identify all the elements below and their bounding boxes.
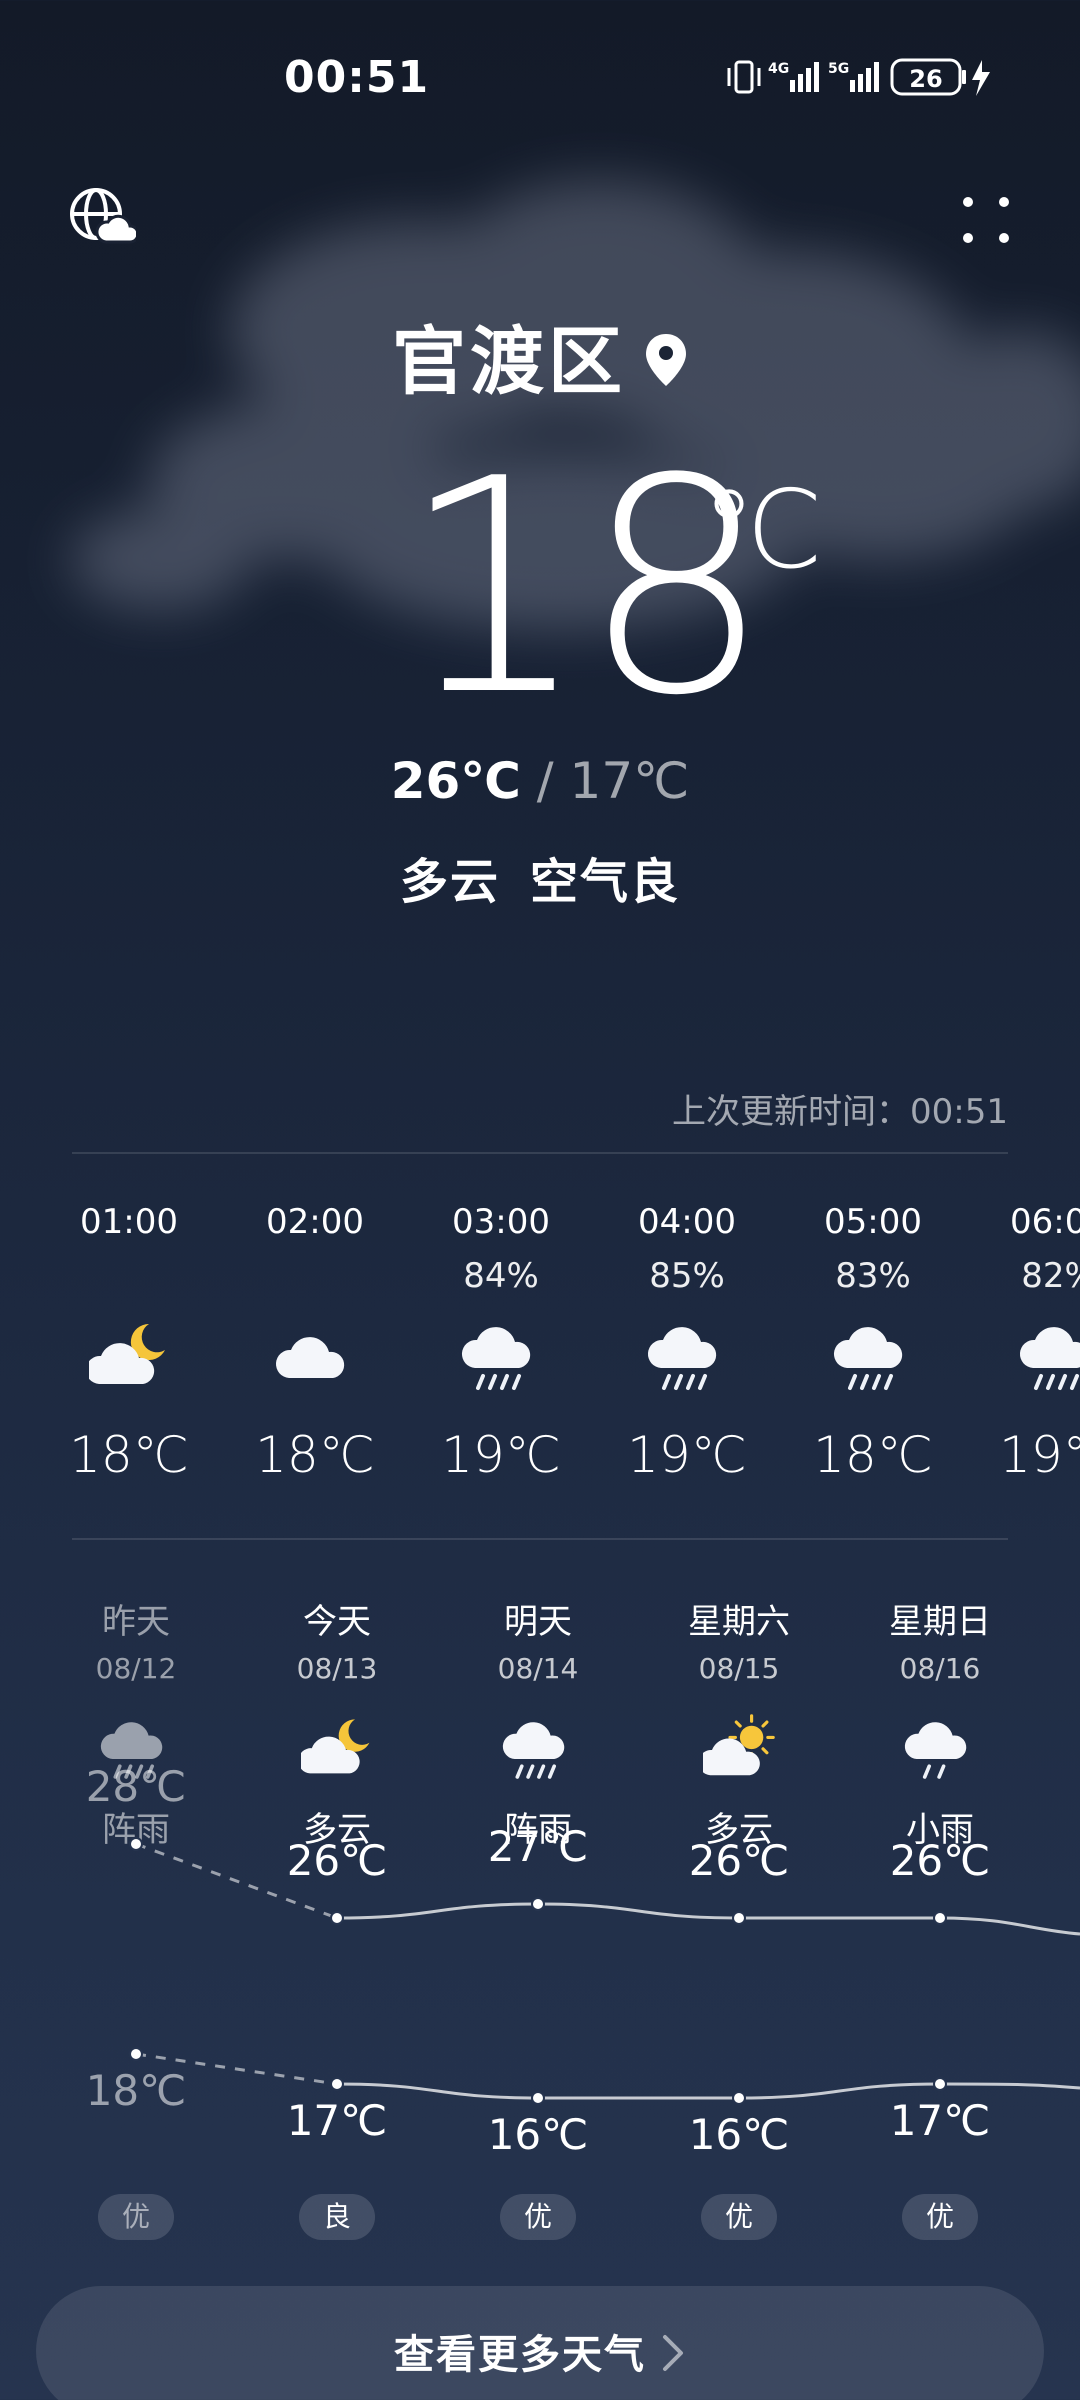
city-manage-button[interactable]: [66, 184, 140, 258]
daily-high-temp: 26℃: [889, 1836, 991, 1885]
hourly-temperature: 18℃: [69, 1426, 189, 1484]
charging-icon: [972, 60, 990, 96]
today-low: 17℃: [569, 752, 690, 810]
high-low-separator: /: [536, 752, 554, 810]
daily-date: 08/15: [698, 1652, 780, 1685]
hourly-time: 02:00: [266, 1202, 364, 1242]
hourly-temperature: 19℃: [627, 1426, 747, 1484]
cloud-rain-icon: [647, 1318, 727, 1398]
daily-low-temp: 17℃: [286, 2096, 388, 2145]
hourly-time: 01:00: [80, 1202, 178, 1242]
hourly-time: 03:00: [452, 1202, 550, 1242]
battery-icon: 26: [890, 58, 966, 96]
daily-low-temp: 16℃: [487, 2110, 589, 2159]
daily-low-temp: 18℃: [85, 2066, 187, 2115]
divider-middle: [72, 1538, 1008, 1540]
location-pin-icon: [646, 334, 686, 387]
hourly-precip-chance: 82%: [1021, 1256, 1080, 1296]
cloud-rain-icon: [833, 1318, 913, 1398]
chevron-right-icon: [663, 2335, 683, 2371]
hourly-temperature: 19℃: [999, 1426, 1080, 1484]
hourly-forecast[interactable]: 01:00 18℃ 02:00 18℃ 03:00 84% 19℃ 04:00 85% 19℃ 05…: [0, 1190, 1080, 1520]
daily-day-name: 星期六: [688, 1602, 790, 1642]
daily-date: 08/12: [95, 1652, 177, 1685]
hourly-temperature: 18℃: [813, 1426, 933, 1484]
daily-date: 08/13: [296, 1652, 378, 1685]
daily-item[interactable]: 今天 08/13 多云 26℃ 17℃ 良: [237, 1580, 437, 2240]
daily-aqi-badge: 优: [500, 2194, 576, 2240]
more-options-button[interactable]: [958, 192, 1014, 252]
daily-day-name: 星期日: [889, 1602, 991, 1642]
cloud-moon-icon: [298, 1714, 373, 1786]
more-dots-icon: [963, 197, 1009, 243]
status-bar: 00:51 4G 5G 26: [0, 0, 1080, 160]
signal-5g-icon: 5G: [828, 61, 879, 92]
hourly-precip-chance: 83%: [835, 1256, 911, 1296]
daily-forecast[interactable]: 昨天 08/12 阵雨 28℃ 18℃ 优今天 08/13 多云 26℃ 17℃ 良明天 08/14 阵…: [0, 1580, 1080, 2240]
daily-aqi-badge: 优: [98, 2194, 174, 2240]
daily-low-temp: 16℃: [688, 2110, 790, 2159]
vibrate-icon: [727, 60, 761, 94]
cloud-rain-icon: [1019, 1318, 1080, 1398]
daily-aqi-badge: 优: [701, 2194, 777, 2240]
city-title[interactable]: 官渡区: [0, 302, 1080, 409]
current-condition: 多云: [399, 854, 500, 910]
hourly-temperature: 18℃: [255, 1426, 375, 1484]
current-temperature-unit: ℃: [702, 468, 824, 593]
cloud-icon: [275, 1318, 355, 1398]
divider-top: [72, 1152, 1008, 1154]
cloud-sun-icon: [698, 1714, 775, 1786]
last-updated: 上次更新时间：00:51: [672, 1092, 1008, 1132]
daily-day-name: 明天: [504, 1602, 572, 1642]
daily-item[interactable]: 星期日 08/16 小雨 26℃ 17℃ 优: [840, 1580, 1040, 2240]
hourly-time: 05:00: [824, 1202, 922, 1242]
svg-text:26: 26: [909, 65, 942, 93]
daily-high-temp: 26℃: [286, 1836, 388, 1885]
daily-item[interactable]: 星期六 08/15 多云 26℃ 16℃ 优: [639, 1580, 839, 2240]
daily-day-name: 昨天: [102, 1602, 170, 1642]
hourly-time: 06:00: [1010, 1202, 1080, 1242]
daily-high-temp: 26℃: [688, 1836, 790, 1885]
cloud-rain-icon: [461, 1318, 541, 1398]
daily-low-temp: 17℃: [889, 2096, 991, 2145]
hourly-time: 04:00: [638, 1202, 736, 1242]
daily-aqi-badge: 良: [299, 2194, 375, 2240]
cloud-light-rain-icon: [904, 1714, 976, 1786]
cloud-moon-icon: [85, 1318, 169, 1398]
daily-aqi-badge: 优: [902, 2194, 978, 2240]
daily-date: 08/16: [899, 1652, 981, 1685]
cloud-rain-icon: [502, 1714, 574, 1786]
air-quality[interactable]: 空气良: [530, 854, 680, 910]
daily-high-temp: 27℃: [487, 1822, 589, 1871]
svg-text:4G: 4G: [768, 61, 789, 77]
status-icons: 4G 5G 26: [727, 58, 990, 96]
daily-item[interactable]: 昨天 08/12 阵雨 28℃ 18℃ 优: [36, 1580, 236, 2240]
daily-item[interactable]: 明天 08/14 阵雨 27℃ 16℃ 优: [438, 1580, 638, 2240]
globe-cloud-icon: [70, 188, 140, 244]
status-time: 00:51: [284, 52, 430, 103]
more-weather-button[interactable]: 查看更多天气: [36, 2286, 1044, 2400]
hourly-temperature: 19℃: [441, 1426, 561, 1484]
today-high-low: 26℃ / 17℃: [0, 752, 1080, 810]
daily-high-temp: 28℃: [85, 1762, 187, 1811]
daily-day-name: 今天: [303, 1602, 371, 1642]
more-weather-label: 查看更多天气: [394, 2332, 646, 2378]
hourly-precip-chance: 84%: [463, 1256, 539, 1296]
current-condition-row: 多云 空气良: [0, 842, 1080, 912]
signal-4g-icon: 4G: [768, 61, 819, 92]
svg-text:5G: 5G: [828, 61, 849, 77]
hourly-precip-chance: 85%: [649, 1256, 725, 1296]
today-high: 26℃: [390, 752, 521, 810]
city-name: 官渡区: [392, 319, 626, 405]
daily-date: 08/14: [497, 1652, 579, 1685]
